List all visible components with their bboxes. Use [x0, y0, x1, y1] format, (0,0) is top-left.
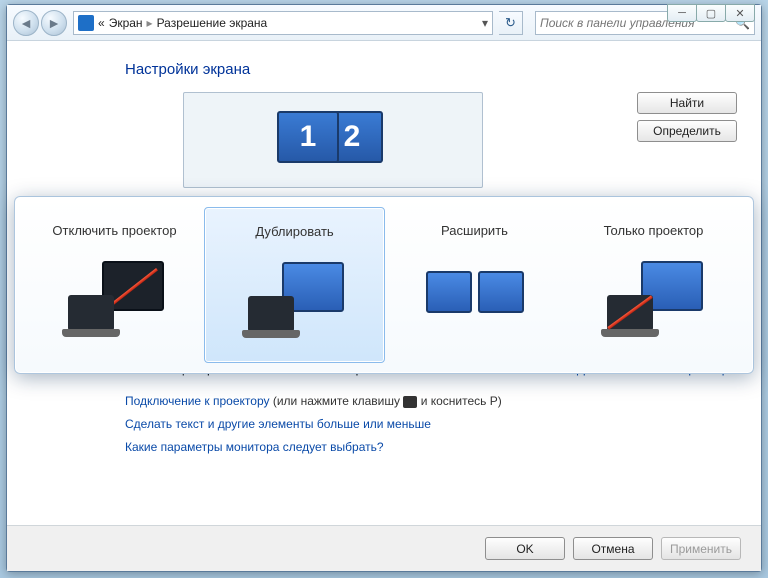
proj-label: Дублировать: [255, 214, 333, 248]
connect-note-post: и коснитесь P): [421, 394, 502, 408]
projector-only-icon: [599, 257, 709, 337]
nav-forward-button[interactable]: ►: [41, 10, 67, 36]
window-controls: ─ ▢ ✕: [668, 4, 755, 22]
connect-projector-link[interactable]: Подключение к проектору: [125, 394, 270, 408]
resize-text-link[interactable]: Сделать текст и другие элементы больше и…: [125, 417, 431, 431]
control-panel-icon: [78, 15, 94, 31]
find-button[interactable]: Найти: [637, 92, 737, 114]
ok-button[interactable]: OK: [485, 537, 565, 560]
close-button[interactable]: ✕: [725, 4, 755, 22]
refresh-button[interactable]: ↻: [499, 11, 523, 35]
chevron-down-icon[interactable]: ▾: [482, 16, 488, 30]
apply-button[interactable]: Применить: [661, 537, 741, 560]
breadcrumb-prefix: «: [98, 16, 105, 30]
breadcrumb-bar[interactable]: « Экран ▸ Разрешение экрана ▾: [73, 11, 493, 35]
monitors-glyph: 2 1: [277, 105, 389, 175]
proj-label: Отключить проектор: [52, 213, 176, 247]
proj-option-duplicate[interactable]: Дублировать: [204, 207, 385, 363]
projector-mode-overlay: Отключить проектор Дублировать Расширить…: [14, 196, 754, 374]
disconnect-projector-icon: [60, 257, 170, 337]
proj-label: Только проектор: [604, 213, 704, 247]
monitor-preview[interactable]: 2 1: [183, 92, 483, 188]
chevron-right-icon: ▸: [147, 16, 153, 30]
breadcrumb-item[interactable]: Экран: [109, 16, 143, 30]
minimize-button[interactable]: ─: [667, 4, 697, 22]
breadcrumb-item[interactable]: Разрешение экрана: [157, 16, 268, 30]
monitor-1[interactable]: 1: [277, 111, 339, 163]
cancel-button[interactable]: Отмена: [573, 537, 653, 560]
proj-option-disconnect[interactable]: Отключить проектор: [25, 207, 204, 363]
maximize-button[interactable]: ▢: [696, 4, 726, 22]
proj-option-extend[interactable]: Расширить: [385, 207, 564, 363]
windows-key-icon: [403, 396, 417, 408]
nav-back-button[interactable]: ◄: [13, 10, 39, 36]
page-title: Настройки экрана: [125, 61, 737, 78]
identify-button[interactable]: Определить: [637, 120, 737, 142]
which-settings-link[interactable]: Какие параметры монитора следует выбрать…: [125, 440, 384, 454]
connect-note-pre: (или нажмите клавишу: [273, 394, 404, 408]
proj-option-projector-only[interactable]: Только проектор: [564, 207, 743, 363]
navbar: ◄ ► « Экран ▸ Разрешение экрана ▾ ↻ 🔍: [7, 5, 761, 41]
dialog-button-bar: OK Отмена Применить: [7, 525, 761, 571]
duplicate-icon: [240, 258, 350, 338]
proj-label: Расширить: [441, 213, 508, 247]
extend-icon: [420, 257, 530, 337]
